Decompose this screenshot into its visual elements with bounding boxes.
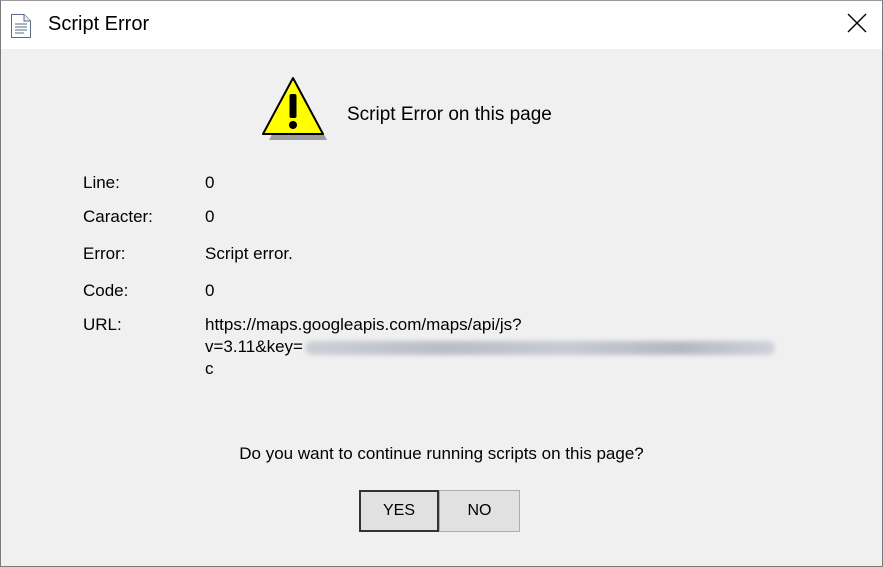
detail-value: 0 — [205, 281, 215, 300]
continue-question: Do you want to continue running scripts … — [239, 444, 644, 463]
detail-value: Script error. — [205, 244, 293, 263]
script-error-dialog: Script Error Script Error on this page L… — [0, 0, 883, 567]
close-icon — [847, 13, 867, 38]
error-heading: Script Error on this page — [347, 104, 552, 125]
document-icon — [10, 14, 32, 38]
detail-label: Line: — [83, 173, 120, 192]
title-bar[interactable]: Script Error — [1, 1, 882, 49]
url-key-prefix: v=3.11&key= — [205, 337, 303, 356]
detail-label: URL: — [83, 315, 122, 334]
redacted-key — [304, 340, 775, 355]
detail-value: 0 — [205, 173, 215, 192]
warning-icon — [259, 74, 329, 144]
url-value: https://maps.googleapis.com/maps/api/js?… — [205, 314, 825, 380]
url-line: https://maps.googleapis.com/maps/api/js? — [205, 315, 522, 334]
url-line: c — [205, 359, 214, 378]
close-button[interactable] — [831, 1, 882, 49]
detail-label: Error: — [83, 244, 126, 263]
yes-button[interactable]: YES — [359, 490, 439, 532]
no-button[interactable]: NO — [439, 490, 520, 532]
detail-label: Code: — [83, 281, 129, 300]
dialog-content: Script Error on this page Line: 0 Caract… — [1, 49, 882, 566]
url-line: v=3.11&key= — [205, 336, 825, 358]
detail-label: Caracter: — [83, 207, 153, 226]
window-title: Script Error — [48, 13, 150, 35]
detail-value: 0 — [205, 207, 215, 226]
